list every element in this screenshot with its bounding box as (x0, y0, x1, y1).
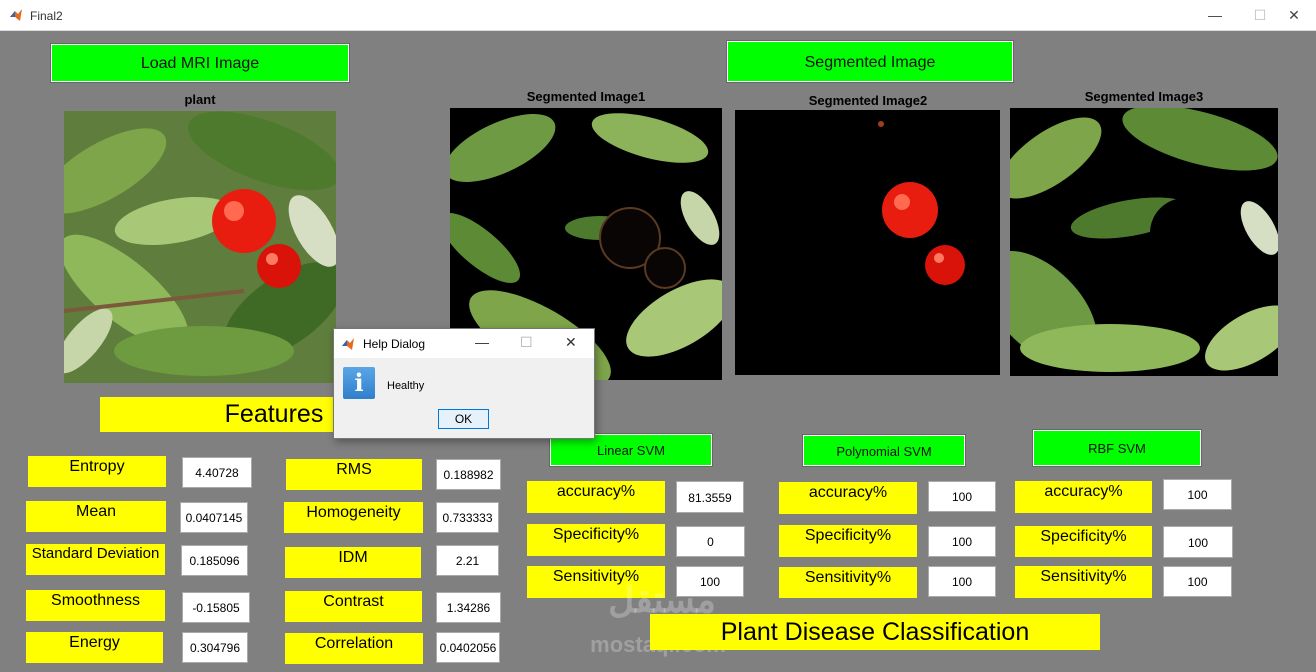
poly-accuracy-value[interactable]: 100 (928, 481, 996, 512)
linear-specificity-value[interactable]: 0 (676, 526, 745, 557)
window-titlebar: Final2 — ☐ ✕ (0, 0, 1316, 31)
dialog-title: Help Dialog (363, 337, 426, 351)
rbf-accuracy-label: accuracy% (1015, 481, 1152, 513)
mean-label: Mean (26, 501, 166, 532)
load-mri-image-button[interactable]: Load MRI Image (50, 43, 350, 83)
close-icon[interactable]: ✕ (565, 334, 577, 351)
entropy-value[interactable]: 4.40728 (182, 457, 252, 488)
segmented-image1-caption: Segmented Image1 (526, 89, 646, 104)
linear-accuracy-value[interactable]: 81.3559 (676, 481, 744, 513)
rbf-sensitivity-value[interactable]: 100 (1163, 566, 1232, 597)
contrast-value[interactable]: 1.34286 (436, 592, 501, 623)
poly-specificity-value[interactable]: 100 (928, 526, 996, 557)
rms-value[interactable]: 0.188982 (436, 459, 501, 490)
close-icon[interactable]: ✕ (1272, 2, 1316, 28)
rms-label: RMS (286, 459, 422, 490)
help-dialog: Help Dialog — ☐ ✕ i Healthy OK (333, 328, 595, 439)
segmented-image-button[interactable]: Segmented Image (726, 40, 1014, 83)
segmented-image-2 (735, 110, 1000, 375)
poly-sensitivity-value[interactable]: 100 (928, 566, 996, 597)
maximize-icon[interactable]: ☐ (520, 334, 533, 351)
idm-label: IDM (285, 547, 421, 578)
idm-value[interactable]: 2.21 (436, 545, 499, 576)
linear-specificity-label: Specificity% (527, 524, 665, 556)
result-title: Plant Disease Classification (650, 614, 1100, 650)
poly-sensitivity-label: Sensitivity% (779, 567, 917, 598)
rbf-svm-button[interactable]: RBF SVM (1032, 429, 1202, 467)
rbf-accuracy-value[interactable]: 100 (1163, 479, 1232, 510)
correlation-label: Correlation (285, 633, 423, 664)
rbf-specificity-label: Specificity% (1015, 526, 1152, 557)
segmented-image3-caption: Segmented Image3 (1084, 89, 1204, 104)
smoothness-label: Smoothness (26, 590, 165, 621)
energy-label: Energy (26, 632, 163, 663)
mean-value[interactable]: 0.0407145 (180, 502, 248, 533)
minimize-icon[interactable]: — (475, 334, 489, 350)
ok-button[interactable]: OK (438, 409, 489, 429)
plant-caption: plant (184, 92, 216, 107)
standard-deviation-value[interactable]: 0.185096 (181, 545, 248, 576)
polynomial-svm-button[interactable]: Polynomial SVM (802, 434, 966, 467)
rbf-sensitivity-label: Sensitivity% (1015, 566, 1152, 598)
dialog-message: Healthy (387, 380, 425, 392)
rbf-specificity-value[interactable]: 100 (1163, 526, 1233, 558)
correlation-value[interactable]: 0.0402056 (436, 632, 500, 663)
segmented-image2-caption: Segmented Image2 (808, 93, 928, 108)
contrast-label: Contrast (285, 591, 422, 622)
matlab-logo-icon (10, 9, 22, 21)
poly-specificity-label: Specificity% (779, 525, 917, 557)
linear-accuracy-label: accuracy% (527, 481, 665, 513)
homogeneity-value[interactable]: 0.733333 (436, 502, 499, 533)
energy-value[interactable]: 0.304796 (182, 632, 248, 663)
window-title: Final2 (30, 9, 63, 23)
dialog-titlebar: Help Dialog — ☐ ✕ (334, 329, 594, 358)
info-icon: i (343, 367, 375, 399)
matlab-logo-icon (342, 338, 354, 350)
segmented-image-3 (1010, 108, 1278, 376)
entropy-label: Entropy (28, 456, 166, 487)
standard-deviation-label: Standard Deviation (26, 544, 165, 575)
smoothness-value[interactable]: -0.15805 (182, 592, 250, 623)
plant-image (64, 111, 336, 383)
minimize-icon[interactable]: — (1193, 2, 1237, 28)
poly-accuracy-label: accuracy% (779, 482, 917, 514)
homogeneity-label: Homogeneity (284, 502, 423, 533)
